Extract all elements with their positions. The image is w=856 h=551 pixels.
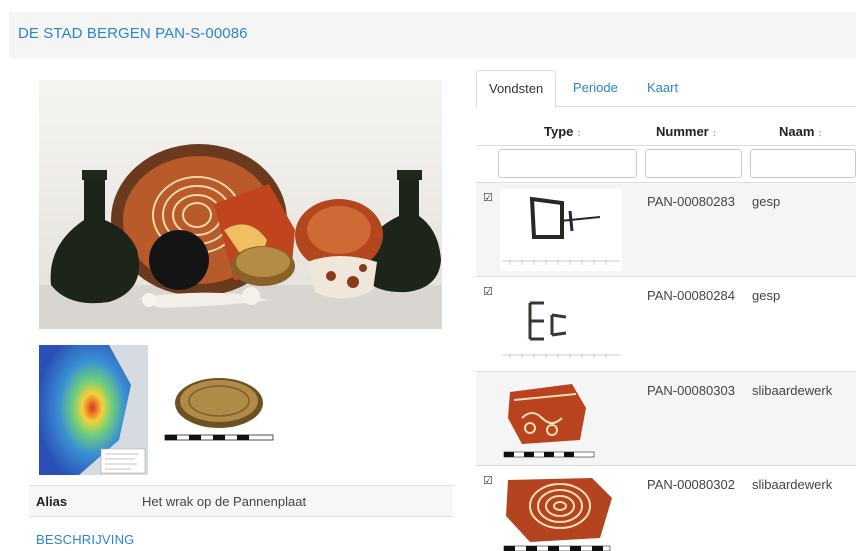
alias-row: Alias Het wrak op de Pannenplaat — [29, 485, 453, 517]
tobacco-box-thumbnail[interactable] — [162, 372, 274, 448]
cell-naam: slibaardewerk — [752, 383, 833, 398]
checkbox-checked-icon[interactable]: ☑ — [483, 287, 494, 298]
cell-nummer: PAN-00080303 — [647, 383, 735, 398]
find-image-slipware-sherd-spiral[interactable] — [500, 472, 622, 551]
alias-label: Alias — [36, 494, 68, 509]
alias-value: Het wrak op de Pannenplaat — [142, 494, 307, 509]
cell-nummer: PAN-00080283 — [647, 194, 735, 209]
tab-bar: Vondsten Periode Kaart — [476, 70, 856, 108]
table-row[interactable]: ☑ PAN-00080302 slibaardewerk — [476, 465, 856, 551]
map-thumbnail[interactable] — [39, 345, 148, 475]
find-image-buckle-fragments[interactable] — [500, 283, 622, 365]
cell-nummer: PAN-00080284 — [647, 288, 735, 303]
tab-kaart[interactable]: Kaart — [635, 70, 690, 107]
checkbox-checked-icon[interactable]: ☑ — [483, 193, 494, 204]
table-row[interactable]: ☑ PAN-00080283 gesp — [476, 182, 856, 276]
tab-vondsten[interactable]: Vondsten — [476, 70, 557, 108]
page-title: DE STAD BERGEN PAN-S-00086 — [18, 25, 248, 42]
checkbox-checked-icon[interactable]: ☑ — [483, 476, 494, 487]
main-photo[interactable] — [39, 80, 442, 329]
column-label-naam: Naam — [779, 124, 815, 139]
cell-naam: gesp — [752, 288, 781, 303]
tab-periode[interactable]: Periode — [561, 70, 630, 107]
column-label-type: Type — [544, 124, 574, 139]
column-header-type[interactable]: Type ↕ — [544, 124, 581, 139]
table-row[interactable]: ☑ PAN-00080284 gesp — [476, 276, 856, 371]
column-header-nummer[interactable]: Nummer ↕ — [656, 124, 717, 139]
filter-nummer-input[interactable] — [645, 149, 742, 178]
column-header-naam[interactable]: Naam ↕ — [779, 124, 822, 139]
sort-icon: ↕ — [576, 128, 582, 139]
table-header-divider — [476, 145, 856, 146]
table-row[interactable]: PAN-00080303 slibaardewerk — [476, 371, 856, 465]
filter-type-input[interactable] — [498, 149, 637, 178]
cell-naam: slibaardewerk — [752, 477, 833, 492]
find-image-buckle[interactable] — [500, 189, 622, 271]
column-label-nummer: Nummer — [656, 124, 709, 139]
sort-icon: ↕ — [711, 128, 717, 139]
description-heading: BESCHRIJVING — [36, 532, 135, 547]
cell-naam: gesp — [752, 194, 781, 209]
find-image-slipware-sherd[interactable] — [500, 378, 622, 460]
filter-naam-input[interactable] — [750, 149, 856, 178]
sort-icon: ↕ — [817, 128, 823, 139]
page-header: DE STAD BERGEN PAN-S-00086 — [9, 12, 856, 58]
cell-nummer: PAN-00080302 — [647, 477, 735, 492]
